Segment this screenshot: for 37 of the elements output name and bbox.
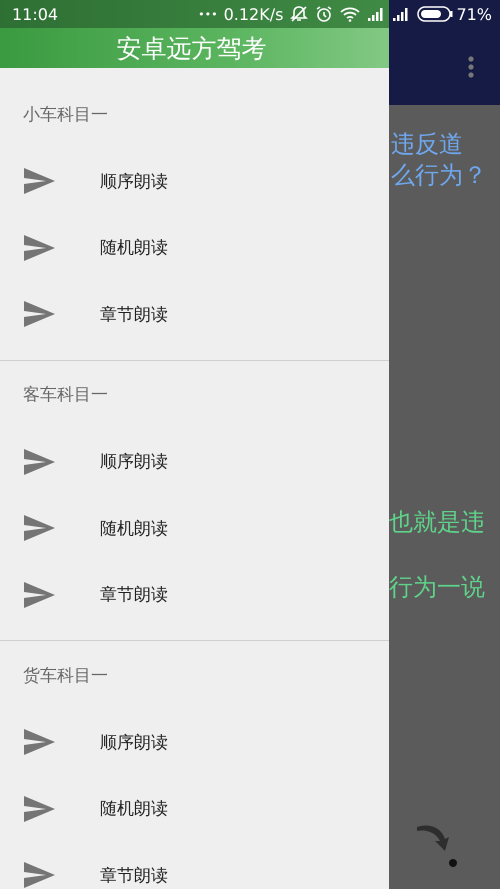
question-text: 违反道: [391, 129, 464, 160]
send-icon: [24, 168, 55, 194]
menu-item[interactable]: 随机朗读: [0, 214, 389, 281]
signal-icon: [367, 7, 386, 21]
wifi-icon: [340, 6, 360, 22]
app-title: 安卓远方驾考: [116, 32, 266, 64]
menu-item[interactable]: 随机朗读: [0, 495, 389, 562]
send-icon: [24, 796, 55, 822]
send-icon: [24, 862, 55, 888]
signal-icon: [392, 7, 410, 21]
network-speed: 0.12K/s: [224, 4, 284, 24]
menu-item[interactable]: 顺序朗读: [0, 148, 389, 214]
notification-dots: •••: [198, 8, 218, 20]
send-icon: [24, 582, 55, 608]
section-header: 客车科目一: [23, 384, 108, 406]
send-icon: [24, 729, 55, 756]
menu-item[interactable]: 顺序朗读: [0, 428, 389, 495]
send-icon: [24, 515, 55, 542]
send-icon: [24, 448, 55, 475]
battery-percent: 71%: [456, 4, 492, 24]
menu-item[interactable]: 随机朗读: [0, 776, 389, 842]
clock-time: 11:04: [12, 4, 58, 24]
menu-item[interactable]: 顺序朗读: [0, 709, 389, 776]
question-text: 么行为？: [391, 160, 488, 191]
menu-item[interactable]: 章节朗读: [0, 281, 389, 348]
alarm-clock-icon: [315, 5, 334, 23]
menu-item[interactable]: 章节朗读: [0, 842, 389, 889]
answer-text: 也就是违: [389, 507, 486, 538]
mute-bell-icon: [290, 5, 308, 23]
section-header: 小车科目一: [23, 104, 108, 126]
send-icon: [24, 301, 55, 328]
menu-item[interactable]: 章节朗读: [0, 562, 389, 628]
battery-icon: [417, 6, 454, 22]
more-options-icon[interactable]: [468, 56, 474, 78]
send-icon: [24, 234, 55, 261]
section-header: 货车科目一: [23, 664, 108, 686]
answer-text: 行为一说: [389, 572, 486, 603]
